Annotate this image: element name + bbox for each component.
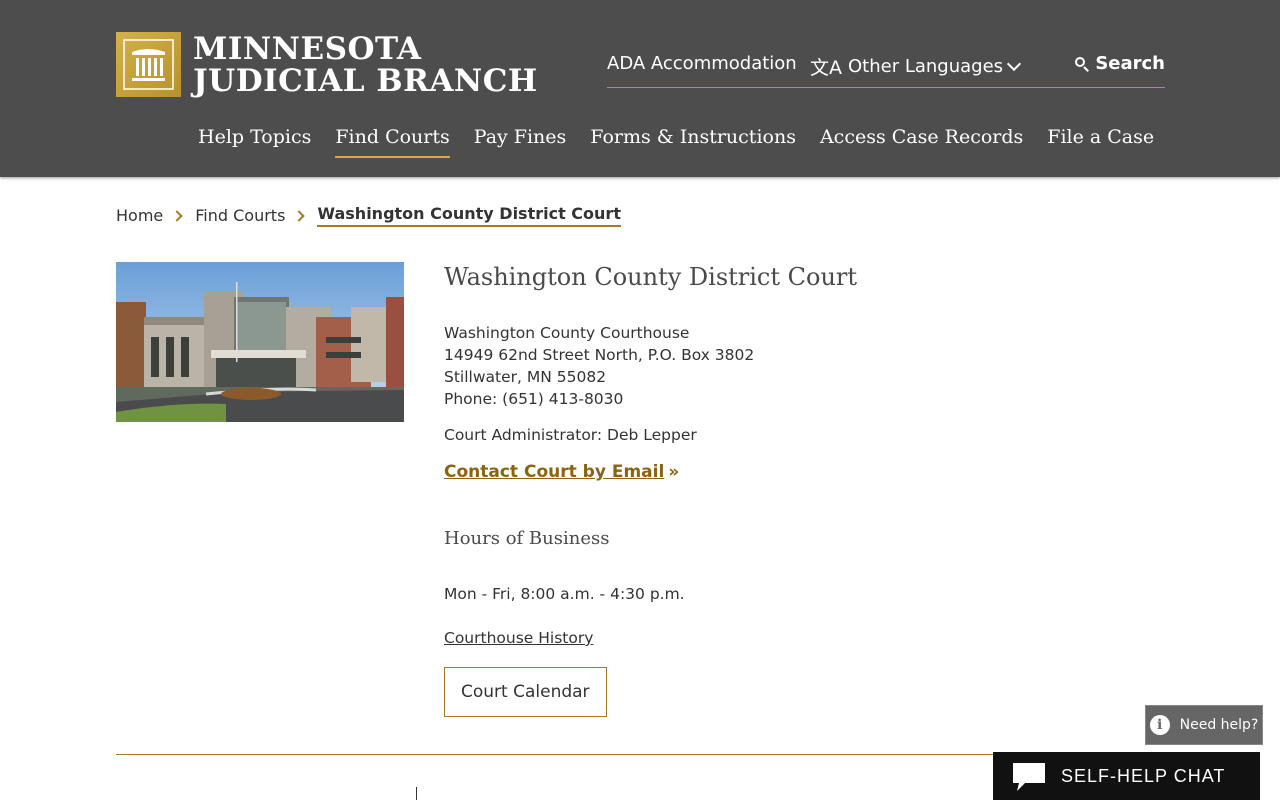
nav-access-case-records[interactable]: Access Case Records — [820, 126, 1023, 158]
column-divider — [416, 787, 417, 800]
breadcrumb-current: Washington County District Court — [317, 204, 621, 227]
self-help-chat-button[interactable]: SELF-HELP CHAT — [993, 752, 1260, 800]
chat-bubble-icon — [1011, 761, 1047, 791]
other-languages-label: Other Languages — [848, 56, 1004, 77]
phone-number: Phone: (651) 413-8030 — [444, 390, 624, 408]
search-label: Search — [1095, 53, 1165, 74]
nav-help-topics[interactable]: Help Topics — [198, 126, 311, 158]
breadcrumb: Home Find Courts Washington County Distr… — [116, 204, 621, 227]
chevron-down-icon — [1006, 56, 1022, 71]
address-line: Washington County Courthouse — [444, 324, 690, 342]
court-details: Washington County District Court Washing… — [444, 262, 1164, 717]
logo-line-1: MINNESOTA — [193, 30, 422, 67]
address-line: Stillwater, MN 55082 — [444, 368, 607, 386]
info-icon: i — [1149, 715, 1170, 735]
site-header: MINNESOTA JUDICIAL BRANCH ADA Accommodat… — [0, 0, 1280, 177]
nav-pay-fines[interactable]: Pay Fines — [474, 126, 567, 158]
other-languages-dropdown[interactable]: 文A Other Languages — [810, 53, 1022, 80]
court-calendar-button[interactable]: Court Calendar — [444, 667, 607, 717]
chevron-right-icon — [293, 209, 306, 222]
double-chevron-right-icon: » — [668, 462, 680, 482]
breadcrumb-find-courts[interactable]: Find Courts — [195, 206, 285, 225]
search-icon — [1075, 56, 1090, 72]
ada-accommodation-link[interactable]: ADA Accommodation — [607, 53, 797, 74]
hours-heading: Hours of Business — [444, 528, 610, 549]
translate-icon: 文A — [810, 57, 842, 79]
contact-email-link[interactable]: Contact Court by Email — [444, 462, 664, 482]
courthouse-history-link[interactable]: Courthouse History — [444, 629, 593, 647]
site-logo[interactable]: MINNESOTA JUDICIAL BRANCH — [116, 32, 538, 97]
main-nav: Help Topics Find Courts Pay Fines Forms … — [198, 126, 1178, 158]
search-button[interactable]: Search — [1075, 53, 1165, 74]
court-address: Washington County Courthouse 14949 62nd … — [444, 322, 1164, 410]
breadcrumb-home[interactable]: Home — [116, 206, 163, 225]
court-administrator: Court Administrator: Deb Lepper — [444, 426, 697, 444]
page-title: Washington County District Court — [444, 263, 858, 291]
nav-forms-instructions[interactable]: Forms & Instructions — [590, 126, 796, 158]
chevron-right-icon — [171, 209, 183, 222]
self-help-chat-label: SELF-HELP CHAT — [1061, 765, 1226, 786]
nav-find-courts[interactable]: Find Courts — [335, 126, 450, 158]
pillar-emblem-icon — [116, 32, 181, 97]
utility-nav: ADA Accommodation 文A Other Languages Sea… — [607, 48, 1165, 88]
courthouse-photo — [116, 262, 404, 422]
need-help-button[interactable]: i Need help? — [1145, 705, 1263, 745]
need-help-label: Need help? — [1179, 717, 1259, 733]
address-line: 14949 62nd Street North, P.O. Box 3802 — [444, 346, 755, 364]
logo-line-2: JUDICIAL BRANCH — [193, 62, 538, 99]
business-hours: Mon - Fri, 8:00 a.m. - 4:30 p.m. — [444, 585, 685, 603]
nav-file-a-case[interactable]: File a Case — [1047, 126, 1154, 158]
